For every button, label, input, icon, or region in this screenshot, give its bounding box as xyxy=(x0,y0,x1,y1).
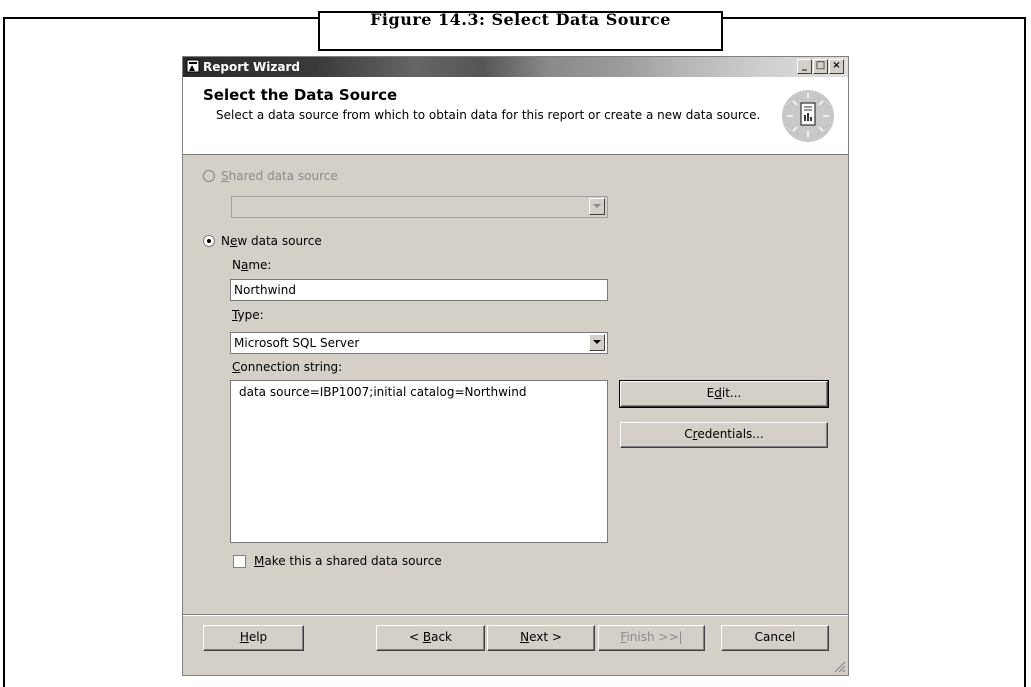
minimize-button[interactable]: _ xyxy=(797,59,812,74)
next-button[interactable]: Next > xyxy=(487,625,595,651)
new-data-source-radio[interactable] xyxy=(203,235,215,247)
wizard-header: Select the Data Source Select a data sou… xyxy=(183,77,848,155)
title-bar[interactable]: Report Wizard _ □ × xyxy=(183,57,848,77)
report-wizard-app-icon xyxy=(186,59,200,73)
figure-caption: Figure 14.3: Select Data Source xyxy=(370,10,671,29)
make-shared-checkbox[interactable] xyxy=(233,555,246,568)
window-title: Report Wizard xyxy=(203,60,300,74)
type-select-chevron-down-icon[interactable] xyxy=(589,334,605,351)
report-wizard-icon xyxy=(782,90,834,142)
close-button[interactable]: × xyxy=(829,59,844,74)
make-shared-label: Make this a shared data source xyxy=(254,554,442,568)
maximize-button[interactable]: □ xyxy=(813,59,828,74)
page-title: Select the Data Source xyxy=(203,86,398,104)
connection-string-label: Connection string: xyxy=(232,360,343,374)
resize-grip-icon[interactable] xyxy=(834,661,846,673)
credentials-button[interactable]: Credentials... xyxy=(620,422,828,448)
help-button[interactable]: Help xyxy=(203,625,304,651)
footer-separator xyxy=(183,614,848,616)
shared-data-source-chevron-down-icon[interactable] xyxy=(589,198,605,215)
shared-data-source-radio[interactable] xyxy=(203,170,215,182)
shared-data-source-label: Shared data source xyxy=(221,169,338,183)
edit-button[interactable]: Edit... xyxy=(619,380,829,408)
report-wizard-window: Report Wizard _ □ × Select the Data Sour… xyxy=(182,56,849,676)
back-button[interactable]: < Back xyxy=(376,625,485,651)
page-description: Select a data source from which to obtai… xyxy=(216,108,761,122)
connection-string-textarea[interactable]: data source=IBP1007;initial catalog=Nort… xyxy=(230,380,608,543)
figure-caption-box: Figure 14.3: Select Data Source xyxy=(318,10,723,51)
shared-data-source-select[interactable] xyxy=(231,196,608,218)
type-select[interactable]: Microsoft SQL Server xyxy=(230,332,608,354)
new-data-source-label: New data source xyxy=(221,234,322,248)
name-label: Name: xyxy=(232,258,272,272)
name-input[interactable]: Northwind xyxy=(230,279,608,301)
type-label: Type: xyxy=(232,308,264,322)
finish-button[interactable]: Finish >>| xyxy=(598,625,705,651)
cancel-button[interactable]: Cancel xyxy=(721,625,829,651)
